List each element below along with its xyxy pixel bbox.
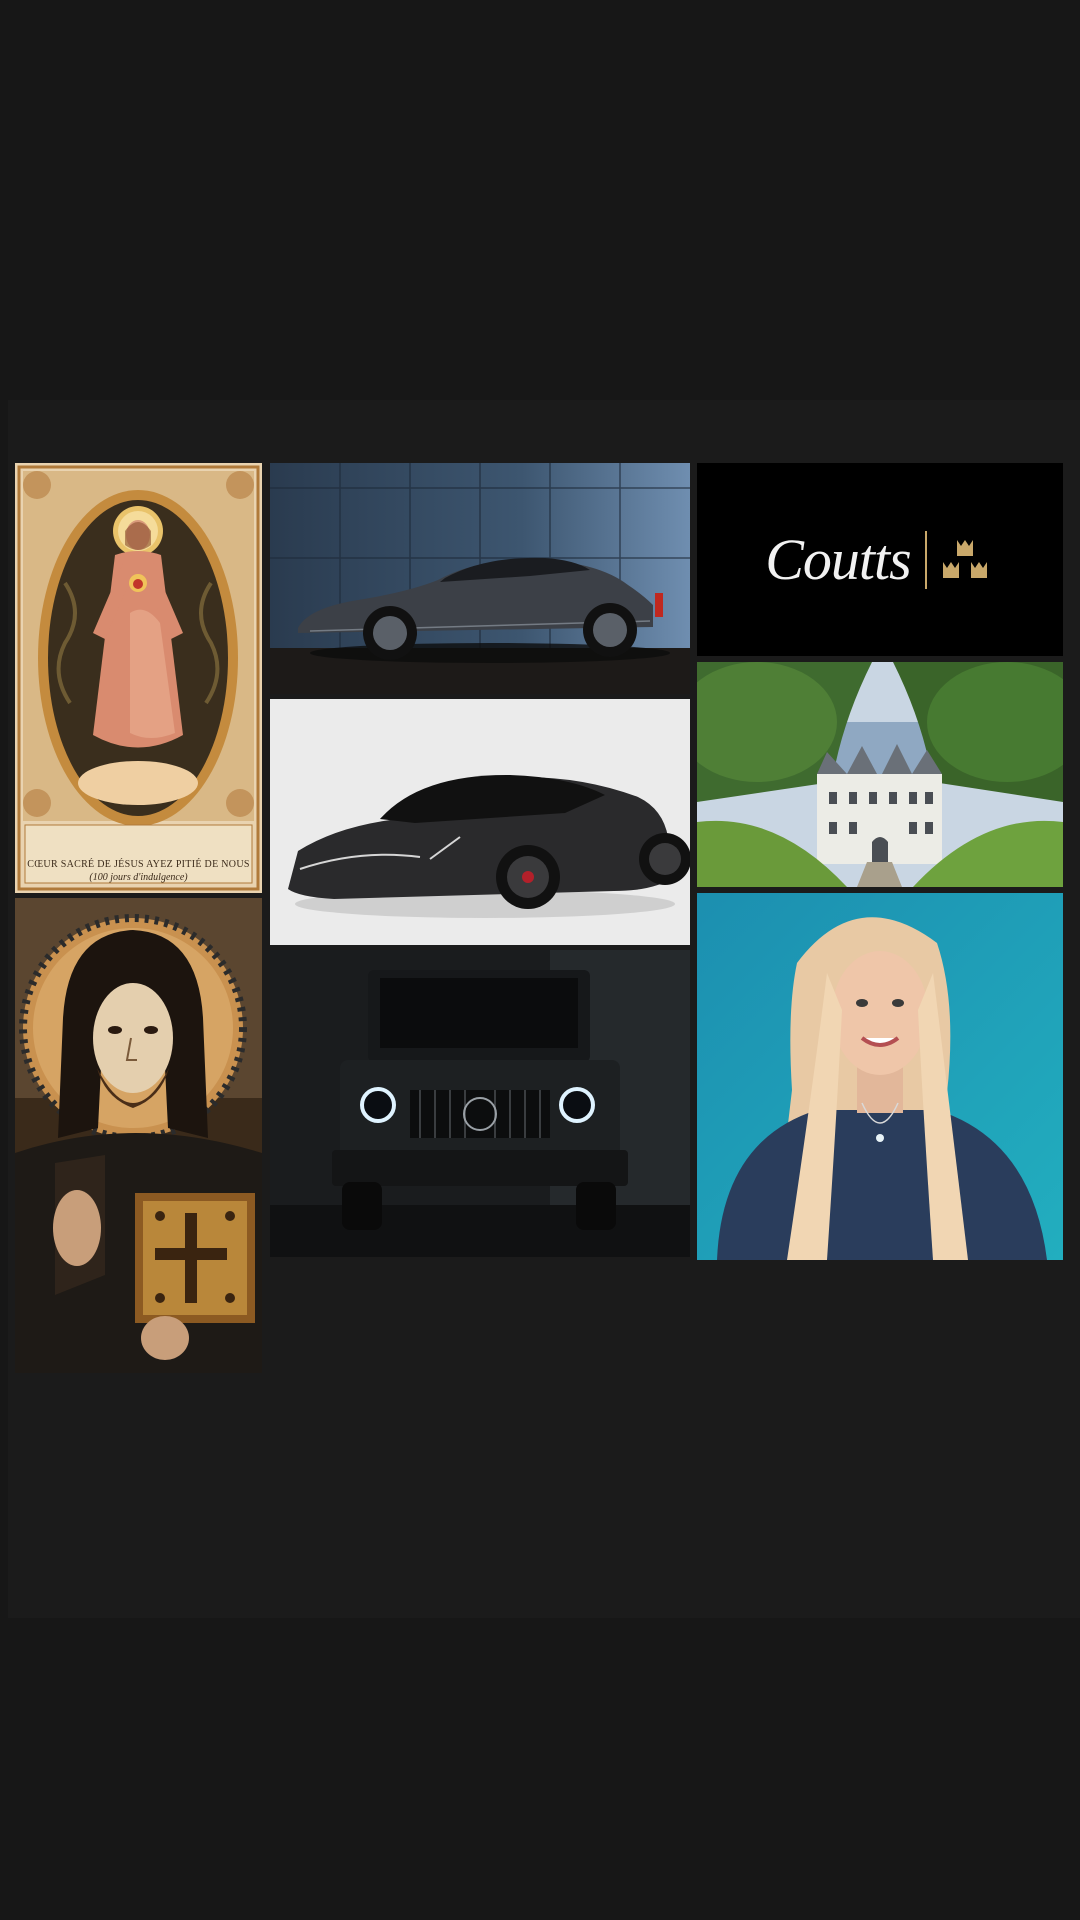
sacred-heart-caption-line2: (100 jours d'indulgence) <box>89 872 188 883</box>
lamborghini-car-image[interactable] <box>270 699 690 945</box>
sacred-heart-caption: CŒUR SACRÉ DE JÉSUS AYEZ PITIÉ DE NOUS (… <box>15 859 262 883</box>
christ-pantocrator-artwork <box>15 898 262 1373</box>
coutts-divider <box>924 530 927 589</box>
ferrari-artwork <box>270 463 690 694</box>
castle-avenue-image[interactable] <box>697 662 1063 887</box>
christ-pantocrator-image[interactable] <box>15 898 262 1373</box>
sacred-heart-caption-line1: CŒUR SACRÉ DE JÉSUS AYEZ PITIÉ DE NOUS <box>27 859 250 870</box>
coutts-logo: Coutts <box>697 463 1063 656</box>
woman-portrait-image[interactable] <box>697 893 1063 1260</box>
coutts-wordmark: Coutts <box>765 527 911 592</box>
sacred-heart-artwork <box>15 463 262 893</box>
coutts-logo-tile[interactable]: Coutts <box>697 463 1063 656</box>
lamborghini-artwork <box>270 699 690 945</box>
portrait-artwork <box>697 893 1063 1260</box>
castle-artwork <box>697 662 1063 887</box>
three-crowns-icon <box>939 534 995 586</box>
mercedes-g-wagon-image[interactable] <box>270 950 690 1257</box>
sacred-heart-image[interactable]: CŒUR SACRÉ DE JÉSUS AYEZ PITIÉ DE NOUS (… <box>15 463 262 893</box>
ferrari-car-image[interactable] <box>270 463 690 694</box>
g-wagon-artwork <box>270 950 690 1257</box>
